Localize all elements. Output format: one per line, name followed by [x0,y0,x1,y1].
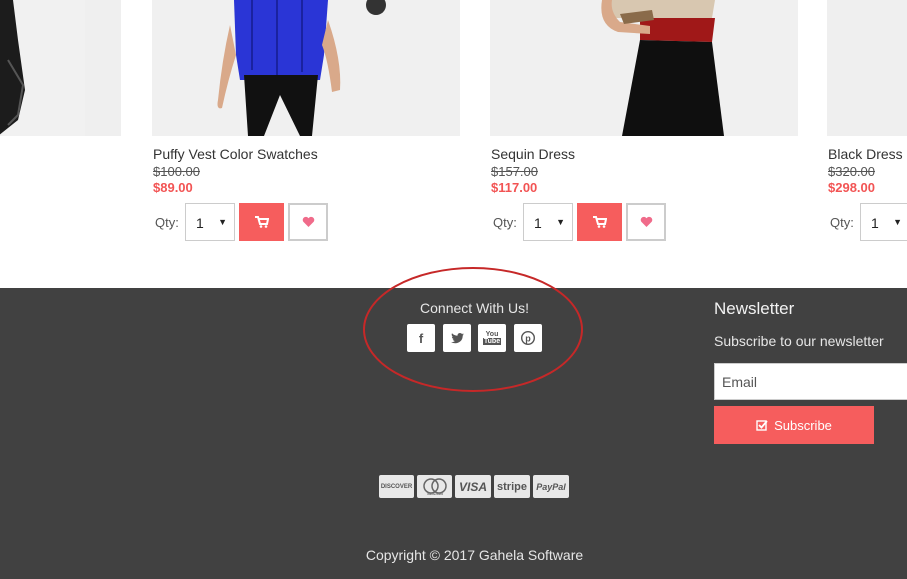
qty-select[interactable]: 1 ▼ [860,203,907,241]
wishlist-button[interactable] [626,203,666,241]
svg-text:mastercard: mastercard [426,492,442,496]
qty-value: 1 [196,215,204,231]
chevron-down-icon: ▼ [893,217,902,227]
page: Puffy Vest Color Swatches $100.00 $89.00… [0,0,907,579]
copyright-text: Copyright © 2017 Gahela Software [365,547,584,563]
chevron-down-icon: ▼ [556,217,565,227]
qty-value: 1 [534,215,542,231]
product-old-price: $100.00 [153,164,200,179]
add-to-cart-button[interactable] [577,203,622,241]
product-name[interactable]: Black Dress [828,146,903,162]
qty-label: Qty: [155,215,179,230]
heart-icon [302,216,314,227]
stripe-icon: stripe [494,475,530,498]
newsletter-title: Newsletter [714,299,795,318]
chevron-down-icon: ▼ [218,217,227,227]
wishlist-button[interactable] [288,203,328,241]
product-price: $89.00 [153,180,193,195]
subscribe-label: Subscribe [774,417,832,433]
subscribe-button[interactable]: Subscribe [714,406,874,444]
product-old-price: $157.00 [491,164,538,179]
highlight-annotation-circle [363,267,583,392]
product-price: $298.00 [828,180,875,195]
check-square-icon [756,420,768,431]
product-image[interactable] [490,0,798,136]
paypal-icon: PayPal [533,475,569,498]
product-name[interactable]: Puffy Vest Color Swatches [153,146,318,162]
product-name[interactable]: Sequin Dress [491,146,575,162]
payment-methods: DISCOVER mastercard VISA stripe PayPal [379,475,569,498]
qty-select[interactable]: 1 ▼ [185,203,235,241]
cart-icon [592,216,607,228]
cart-icon [254,216,269,228]
qty-label: Qty: [493,215,517,230]
product-old-price: $320.00 [828,164,875,179]
newsletter-subtitle: Subscribe to our newsletter [714,333,884,349]
mastercard-icon: mastercard [417,475,452,498]
qty-label: Qty: [830,215,854,230]
qty-select[interactable]: 1 ▼ [523,203,573,241]
visa-card-icon: VISA [455,475,491,498]
discover-card-icon: DISCOVER [379,475,414,498]
heart-icon [640,216,652,227]
product-image[interactable] [0,0,121,136]
qty-value: 1 [871,215,879,231]
email-field[interactable] [714,363,907,400]
footer: Connect With Us! f You Tube p Newsletter … [0,267,907,579]
product-strip: Puffy Vest Color Swatches $100.00 $89.00… [0,0,907,288]
product-image[interactable] [827,0,907,136]
product-image[interactable] [152,0,460,136]
add-to-cart-button[interactable] [239,203,284,241]
product-price: $117.00 [491,180,538,195]
